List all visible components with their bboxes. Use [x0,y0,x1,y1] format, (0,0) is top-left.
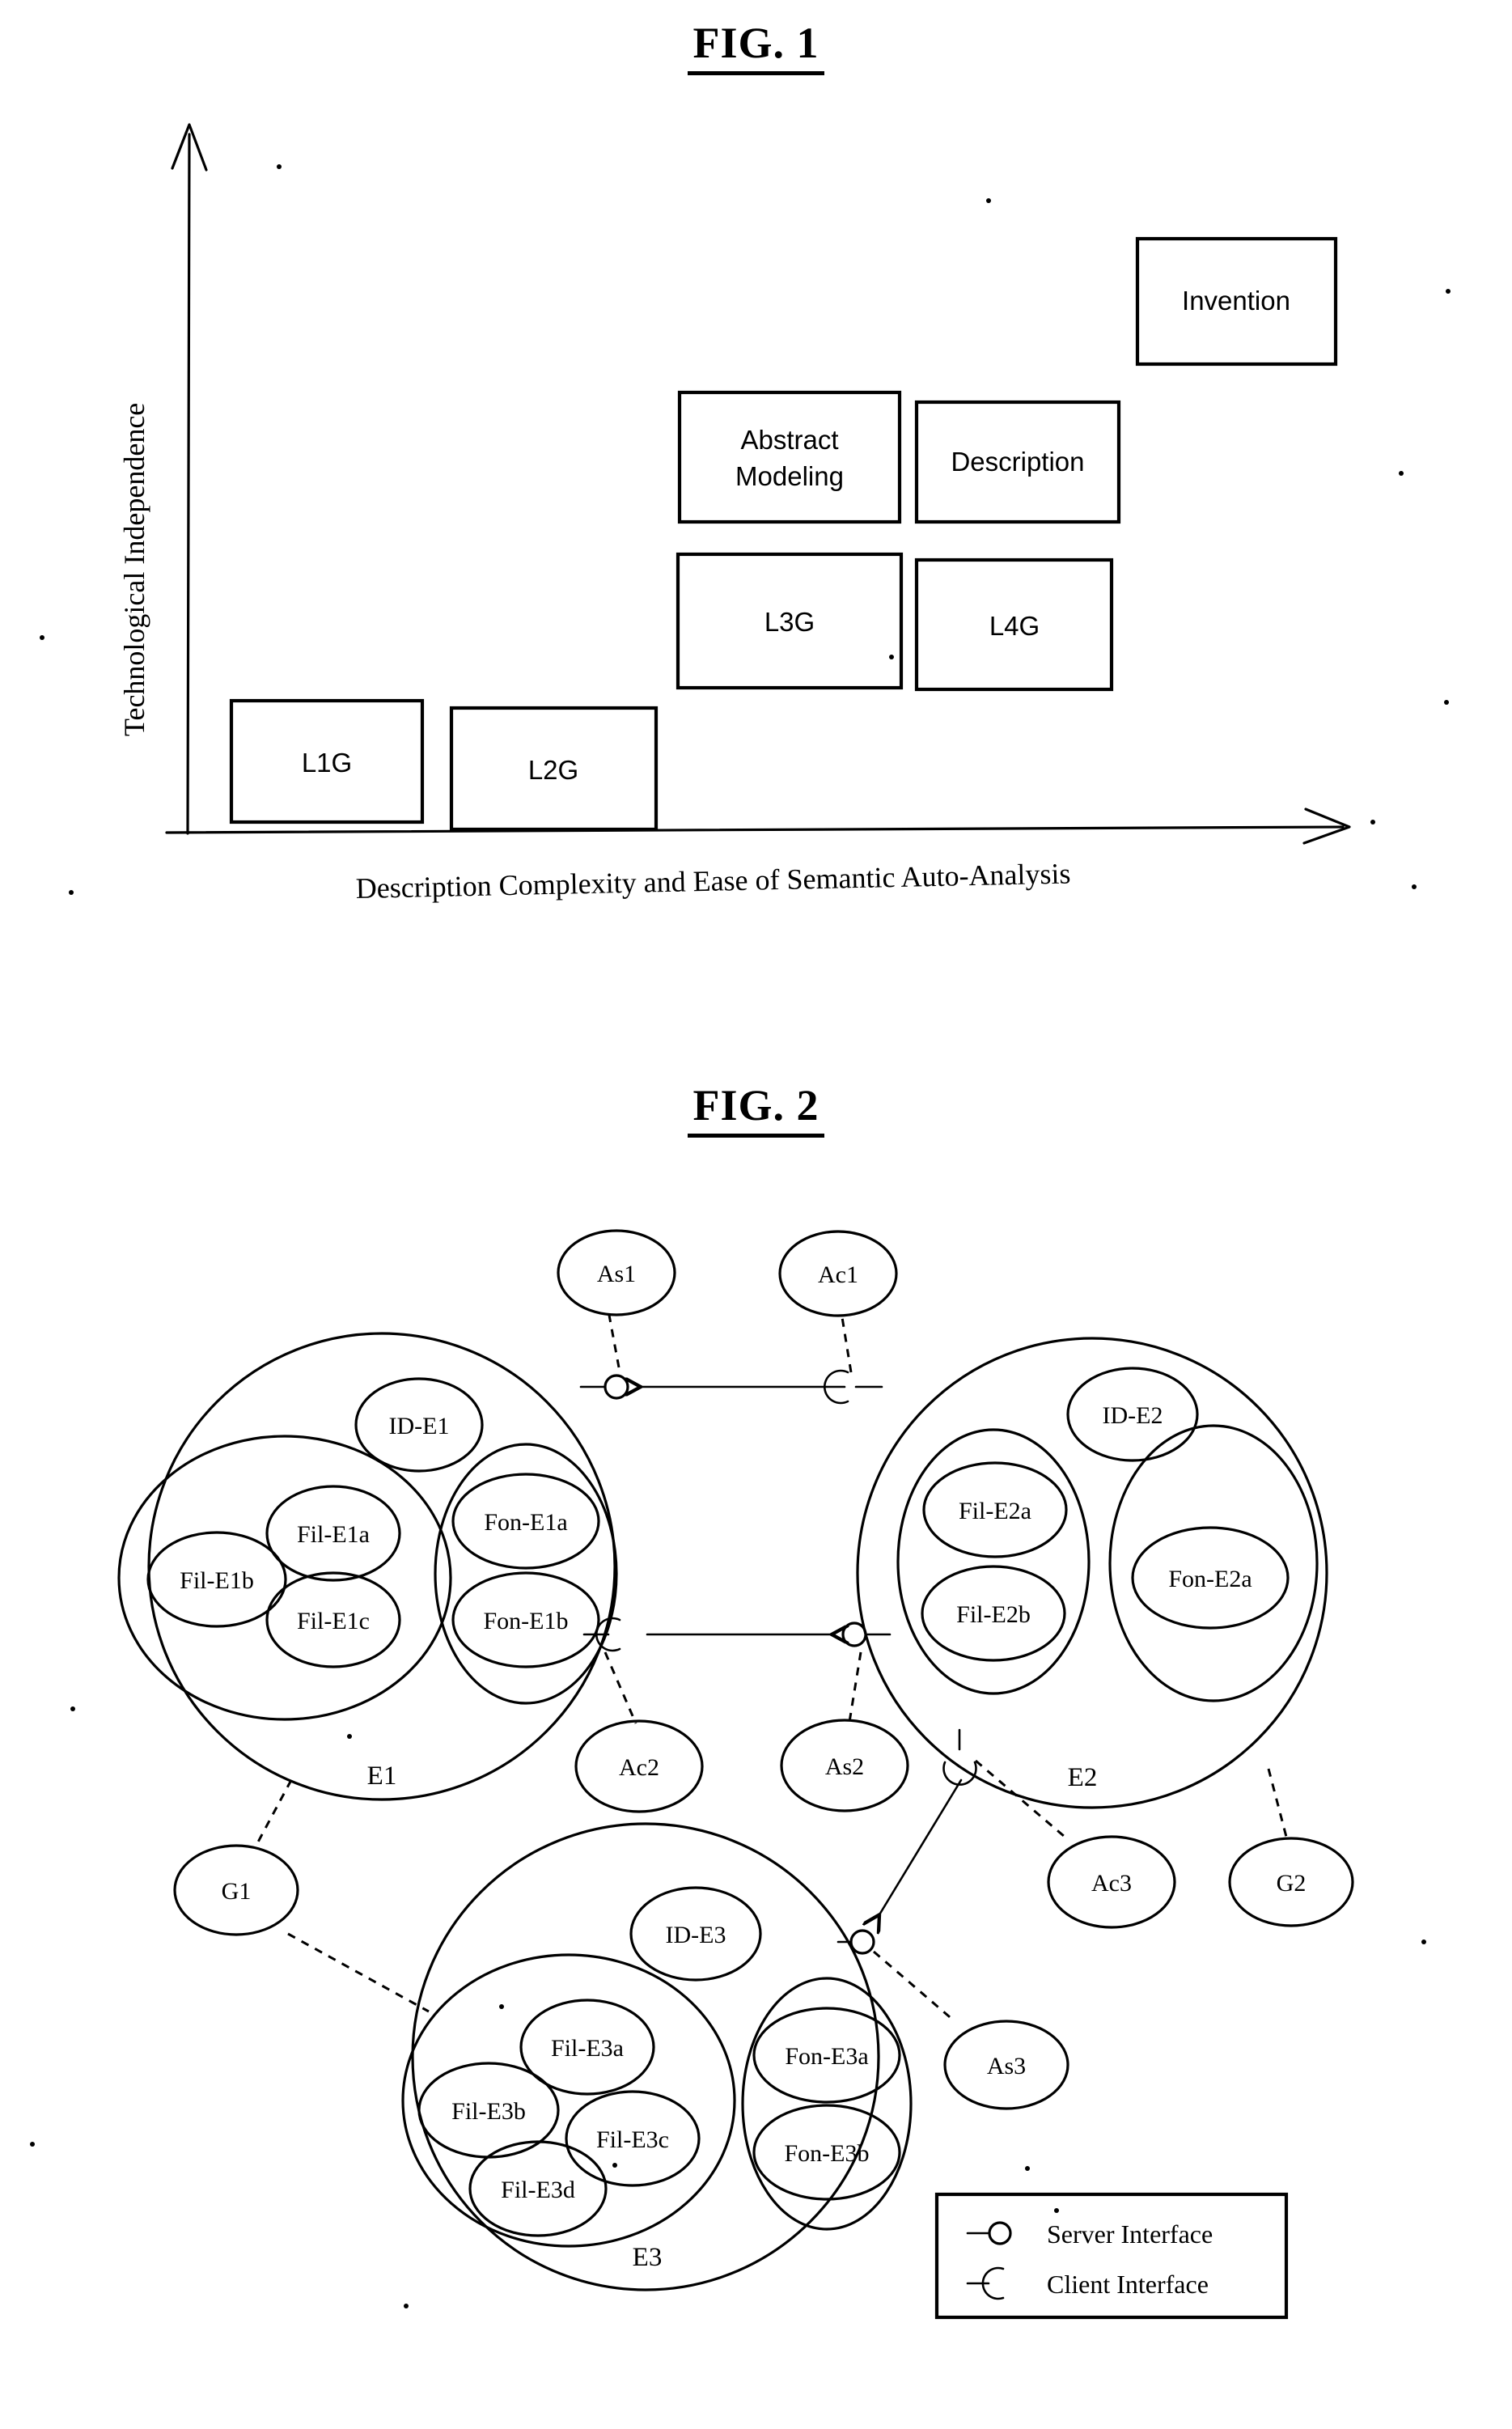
fig1-box-l4g-label: L4G [989,611,1040,641]
fig2-entity-e3: E3 ID-E3 Fil-E3a Fil-E3b Fil-E3c Fil-E3d [401,1822,913,2291]
fig2-e1-fil-group: Fil-E1a Fil-E1b Fil-E1c [117,1435,452,1721]
fig2-e2-fon-group: Fon-E2a [1108,1424,1319,1702]
fig2-e2-fil-group-boundary [896,1428,1091,1695]
fig2-e3-fon-group: Fon-E3a Fon-E3b [741,1977,913,2231]
fig2-annotation-as2-label: As2 [825,1753,864,1780]
fig2-entity-e2: E2 ID-E2 Fil-E2a Fil-E2b Fon-E2a [856,1337,1328,1809]
fig2-e1-fil-c-label: Fil-E1c [297,1608,370,1634]
fig2-entity-e1-label: E1 [367,1761,397,1791]
fig2-entity-e2-label: E2 [1068,1763,1098,1792]
fig2-e3-identity: ID-E3 [629,1886,762,1982]
fig2-annotation-ac2-label: Ac2 [619,1754,659,1781]
fig2-annotation-as3-label: As3 [987,2053,1026,2079]
fig2-e3-fil-c-label: Fil-E3c [596,2126,669,2153]
fig2-e3-fil-group: Fil-E3a Fil-E3b Fil-E3c Fil-E3d [401,1953,736,2248]
fig2-e2-identity: ID-E2 [1066,1367,1199,1462]
fig2-annotation-as3: As3 [873,1950,1069,2110]
fig2-e3-fil-d-label: Fil-E3d [501,2177,575,2203]
fig1-box-l3g: L3G [676,552,904,690]
fig2-legend-server-label: Server Interface [1047,2219,1213,2249]
fig1-box-description-label: Description [951,447,1084,477]
fig2-e3-fil-b-label: Fil-E3b [451,2098,526,2125]
fig1-box-l2g-label: L2G [528,755,578,785]
fig1-box-abstract-modeling-line2: Modeling [735,461,844,491]
fig2-annotation-ac1-label: Ac1 [818,1261,858,1288]
fig2-annotation-ac1: Ac1 [778,1230,898,1373]
fig2-as1-server-icon [604,1374,629,1400]
fig2-e1-fil-a-label: Fil-E1a [297,1521,370,1548]
fig2-annotation-as2: As2 [780,1651,909,1812]
fig1-box-l4g: L4G [914,557,1114,692]
fig1-box-invention: Invention [1135,236,1338,367]
fig1-box-invention-label: Invention [1182,286,1290,316]
fig2-e3-fon-a-label: Fon-E3a [785,2043,868,2070]
fig2-e3-identity-label: ID-E3 [666,1922,726,1948]
fig2-annotation-g1: G1 [173,1779,430,2013]
fig2-e2-identity-label: ID-E2 [1103,1402,1163,1429]
fig2-entity-e1: E1 ID-E1 Fil-E1a Fil-E1b Fil-E1c Fon-E1a… [117,1332,618,1801]
fig2-interface-as1 [579,1374,629,1400]
fig2-legend-client-label: Client Interface [1047,2270,1209,2299]
fig1-box-l3g-label: L3G [764,607,815,637]
fig1-box-l1g: L1G [229,698,425,825]
fig1-box-abstract-modeling-rect [677,390,902,524]
fig1-y-axis-label: Technological Independence [118,403,150,736]
fig1-title-text: FIG. 1 [688,18,824,75]
fig1-box-abstract-modeling-line1: Abstract [740,425,838,455]
fig2-title-text: FIG. 2 [688,1080,824,1138]
fig1-title: FIG. 1 [0,18,1512,75]
fig2-entity-e2-boundary [856,1337,1328,1809]
fig2-annotation-ac3-label: Ac3 [1091,1870,1132,1897]
fig2-diagram: E1 ID-E1 Fil-E1a Fil-E1b Fil-E1c Fon-E1a… [30,1229,1426,2320]
fig2-e2-fil-b-label: Fil-E2b [956,1601,1031,1628]
fig2-annotation-g2: G2 [1228,1768,1354,1927]
fig1-box-l1g-label: L1G [302,748,352,778]
fig2-e3-fil-a-label: Fil-E3a [551,2035,624,2062]
fig2-e1-fil-b-label: Fil-E1b [180,1567,254,1594]
fig2-annotation-as1: As1 [557,1229,676,1368]
fig1-x-axis-label: Description Complexity and Ease of Seman… [355,857,1071,905]
fig2-e2-fil-a-label: Fil-E2a [959,1498,1031,1524]
fig2-annotation-g1-label: G1 [222,1878,252,1905]
fig1-box-description: Description [914,400,1121,524]
patent-figure-page: FIG. 1 Technological Independence Descri… [0,0,1512,2429]
fig2-interface-ac2 [582,1617,621,1652]
fig2-interface-as2 [841,1621,892,1647]
fig2-e2-fil-group: Fil-E2a Fil-E2b [896,1428,1091,1695]
fig2-annotation-g2-label: G2 [1277,1870,1307,1897]
fig2-annotation-as1-label: As1 [597,1261,636,1287]
fig1-box-l2g: L2G [449,706,659,832]
fig2-title: FIG. 2 [0,1080,1512,1138]
fig2-e1-identity-label: ID-E1 [389,1413,450,1439]
fig2-legend-box [934,2192,1289,2320]
fig1-box-abstract-modeling: Abstract Modeling [677,390,902,524]
fig2-e1-fon-a-label: Fon-E1a [484,1509,567,1536]
fig2-e3-fon-b-label: Fon-E3b [785,2140,870,2167]
fig2-e2-fon-a-label: Fon-E2a [1168,1566,1252,1592]
fig2-entity-e3-label: E3 [633,2243,663,2272]
fig2-e1-fon-b-label: Fon-E1b [484,1608,569,1634]
fig2-legend: Server Interface Client Interface [934,2192,1289,2320]
fig2-as3-server-icon [849,1929,875,1955]
fig2-e1-fon-group: Fon-E1a Fon-E1b [434,1443,618,1705]
fig2-arrow-ac3-to-as3 [879,1778,963,1916]
fig2-annotation-ac2: Ac2 [574,1651,704,1813]
fig2-as2-server-icon [841,1621,867,1647]
fig1-y-axis [171,123,208,835]
fig2-e1-identity: ID-E1 [354,1377,484,1473]
fig1-diagram: Technological Independence Description C… [40,123,1451,905]
fig2-e3-fon-group-boundary [741,1977,913,2231]
